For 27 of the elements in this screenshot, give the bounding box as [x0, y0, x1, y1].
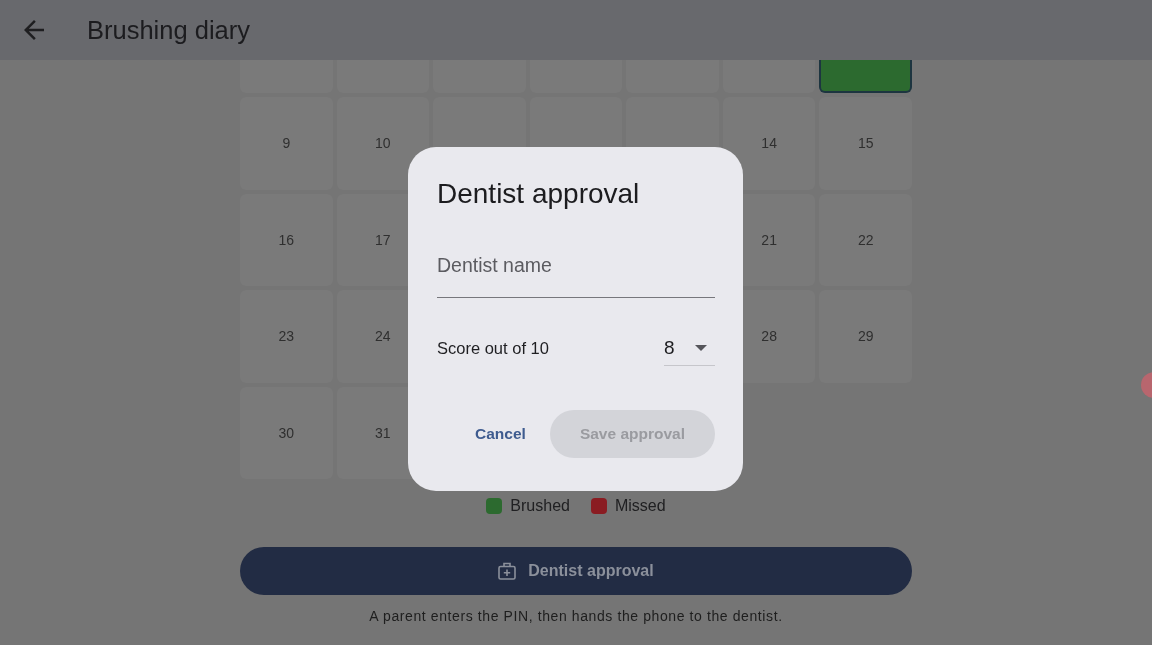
score-label: Score out of 10 [437, 338, 549, 358]
score-dropdown[interactable]: 8 [664, 330, 715, 366]
day-number: 22 [857, 231, 874, 248]
caret-icon [695, 344, 707, 351]
day-number: 29 [857, 328, 874, 345]
day-number: 16 [278, 231, 295, 248]
day-number: 28 [761, 328, 777, 345]
legend-label: Brushed [510, 497, 570, 515]
day-number: 21 [761, 231, 777, 248]
back-icon [24, 20, 44, 40]
day-number: 14 [761, 135, 777, 152]
legend-label: Missed [614, 497, 666, 515]
help-text: A parent enters the PIN, then hands the phone to the dentist. [369, 608, 783, 624]
day-number: 10 [375, 135, 391, 152]
day-number: 15 [857, 135, 874, 152]
dentist-approval-button[interactable]: Dentist approval [240, 547, 912, 595]
screen-title: Brushing diary [87, 15, 250, 45]
day-number: 9 [282, 135, 291, 152]
cancel-button[interactable]: Cancel [463, 410, 538, 458]
day-number: 24 [375, 328, 391, 345]
dentist-name-field[interactable]: Dentist name [437, 242, 715, 298]
dialog-title: Dentist approval [437, 177, 641, 211]
medical-case-icon [498, 562, 517, 580]
day-number: 23 [278, 328, 295, 345]
day-number: 30 [278, 424, 295, 441]
day-number: 17 [375, 231, 391, 248]
day-number: 31 [375, 424, 391, 441]
